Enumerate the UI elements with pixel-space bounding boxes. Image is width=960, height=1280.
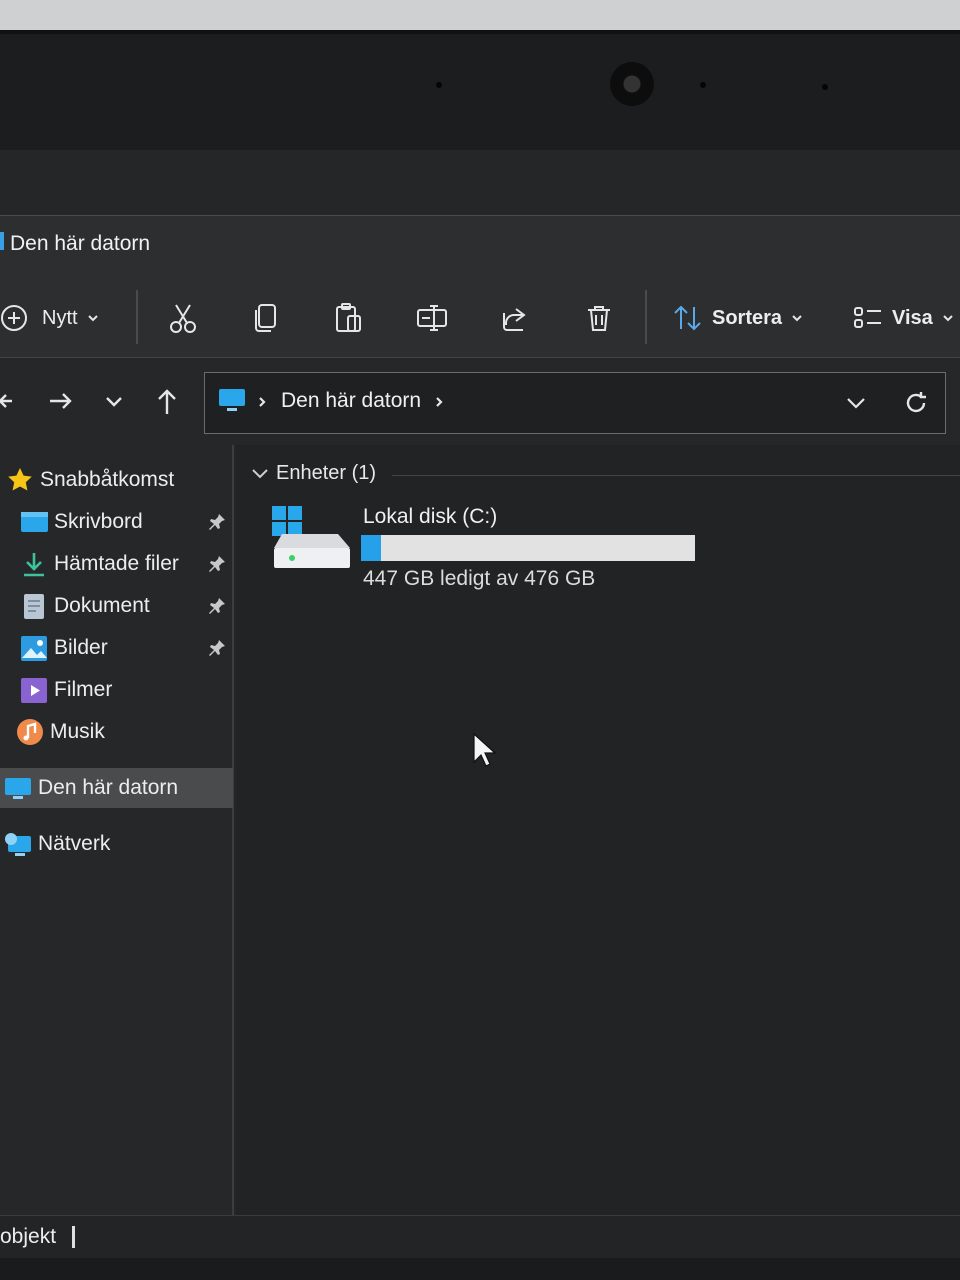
copy-icon: [255, 304, 276, 332]
sidebar-item-network[interactable]: Nätverk: [0, 824, 236, 864]
chevron-down-icon: [792, 315, 802, 322]
status-item-count: objekt: [0, 1225, 57, 1248]
sidebar-item-label: Nätverk: [38, 832, 111, 855]
status-divider: [72, 1226, 75, 1248]
this-pc-icon: [5, 778, 31, 799]
sidebar-item-label: Filmer: [54, 678, 113, 701]
bezel-sensor: [822, 84, 828, 90]
plus-circle-icon: [1, 305, 27, 331]
mouse-cursor-icon: [473, 732, 496, 767]
chevron-down-icon: [106, 397, 122, 407]
share-icon: [503, 308, 526, 331]
sidebar-item-label: Skrivbord: [54, 510, 143, 533]
sort-label: Sortera: [712, 306, 783, 329]
chevron-down-icon: [943, 315, 953, 322]
rename-icon: [417, 305, 447, 331]
music-icon: [17, 719, 43, 745]
up-button[interactable]: [152, 386, 182, 421]
cut-icon: [170, 304, 196, 333]
laptop-bezel: [0, 30, 960, 154]
sidebar-item-label: Musik: [50, 720, 105, 743]
group-divider: [392, 475, 960, 476]
chevron-right-icon: [259, 397, 266, 407]
command-bar: [0, 275, 960, 358]
pin-icon: [207, 596, 225, 614]
view-list-icon: [854, 307, 881, 328]
star-icon: [8, 468, 32, 491]
video-icon: [21, 678, 47, 703]
sidebar-item-quick-access[interactable]: Snabbåtkomst: [6, 460, 238, 500]
drive-usage-bar: [361, 535, 695, 561]
chevron-down-icon: [87, 315, 98, 322]
drive-free-space: 447 GB ledigt av 476 GB: [363, 567, 596, 590]
sidebar-item-label: Bilder: [54, 636, 108, 659]
document-icon: [24, 594, 44, 619]
sort-button[interactable]: Sortera: [672, 298, 804, 338]
bezel-sensor: [700, 82, 706, 88]
arrow-up-icon: [158, 389, 176, 414]
sidebar-item-label: Snabbåtkomst: [40, 468, 175, 491]
sidebar-item-label: Den här datorn: [38, 776, 179, 799]
chevron-down-icon[interactable]: [250, 466, 270, 482]
copy-button[interactable]: [252, 298, 280, 338]
sidebar-item-label: Dokument: [54, 594, 150, 617]
pin-icon: [207, 638, 225, 656]
network-icon: [5, 833, 31, 856]
drive-usage-fill: [361, 535, 382, 561]
group-header-devices[interactable]: Enheter (1): [276, 462, 376, 485]
chevron-right-icon: [436, 397, 443, 407]
share-button[interactable]: [500, 298, 530, 338]
cut-button[interactable]: [168, 298, 198, 338]
desktop-folder-icon: [21, 512, 48, 532]
back-button[interactable]: [0, 386, 16, 421]
window-title: Den här datorn: [10, 232, 151, 255]
sort-icon: [674, 305, 701, 331]
drive-name: Lokal disk (C:): [363, 505, 498, 528]
delete-button[interactable]: [584, 298, 614, 338]
pin-icon: [207, 512, 225, 530]
toolbar-divider: [645, 290, 647, 344]
breadcrumb-this-pc[interactable]: Den här datorn: [281, 389, 421, 413]
delete-icon: [588, 306, 610, 331]
refresh-icon[interactable]: [902, 389, 930, 417]
view-label: Visa: [892, 306, 933, 329]
pin-icon: [207, 554, 225, 572]
sidebar-item-this-pc[interactable]: Den här datorn: [0, 768, 233, 808]
recent-locations-button[interactable]: [102, 386, 126, 421]
rename-button[interactable]: [416, 298, 448, 338]
hard-drive-icon: [272, 506, 350, 568]
arrow-left-icon: [0, 394, 12, 408]
sidebar-item-label: Hämtade filer: [54, 552, 179, 575]
view-button[interactable]: Visa: [852, 298, 955, 338]
taskbar: [0, 1258, 960, 1280]
webcam: [610, 62, 654, 106]
paste-button[interactable]: [334, 298, 364, 338]
bezel-sensor: [436, 82, 442, 88]
pictures-icon: [21, 636, 47, 661]
status-bar: [0, 1215, 960, 1260]
sidebar-item-videos[interactable]: Filmer: [20, 670, 252, 710]
forward-button[interactable]: [46, 386, 76, 421]
new-label: Nytt: [42, 306, 78, 329]
arrow-right-icon: [50, 393, 72, 409]
download-icon: [24, 553, 44, 577]
address-dropdown-icon[interactable]: [844, 391, 868, 415]
sidebar-item-music[interactable]: Musik: [16, 712, 248, 752]
window-icon: [0, 232, 4, 250]
this-pc-icon: [219, 389, 245, 411]
paste-icon: [336, 303, 361, 332]
toolbar-divider: [136, 290, 138, 344]
new-button[interactable]: Nytt: [0, 298, 100, 338]
